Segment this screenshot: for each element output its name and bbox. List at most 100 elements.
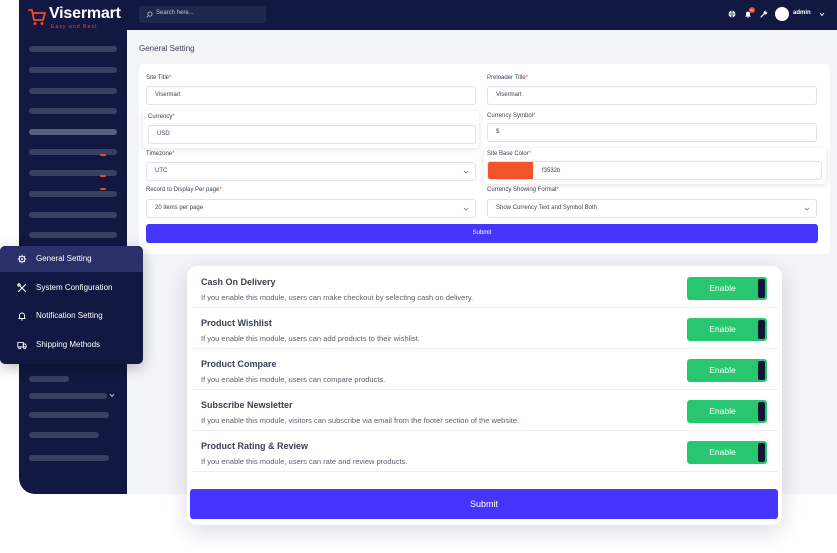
module-toggle[interactable]: Enable [687, 277, 767, 300]
settings-menu: General Setting System Configuration Not… [0, 246, 143, 364]
toggle-knob [758, 361, 765, 380]
menu-label: General Setting [36, 254, 92, 263]
notification-badge: 9+ [749, 7, 755, 13]
sidebar-badge [100, 154, 106, 156]
brand-tagline: Easy and Best [51, 24, 98, 30]
brand-name: Visermart [49, 5, 121, 22]
module-title: Subscribe Newsletter [201, 400, 293, 410]
sidebar-placeholder-item[interactable] [29, 376, 69, 382]
sidebar-placeholder-item[interactable] [29, 108, 117, 114]
bell-icon [18, 312, 26, 321]
user-name[interactable]: admin [793, 10, 811, 16]
site-base-color-field[interactable]: f3532b [487, 161, 822, 180]
menu-item-general-setting[interactable]: General Setting [0, 246, 143, 272]
search-input[interactable]: Search here... [139, 6, 266, 23]
timezone-value: UTC [155, 168, 168, 174]
color-swatch[interactable] [488, 162, 533, 179]
toggle-knob [758, 279, 765, 298]
chevron-down-icon [109, 393, 115, 398]
sidebar-badge [100, 175, 106, 177]
chevron-down-icon[interactable] [819, 12, 825, 17]
toggle-label: Enable [709, 324, 736, 334]
globe-icon[interactable] [728, 10, 736, 18]
top-header: Search here... 9+ admin [127, 0, 837, 30]
wrench-icon[interactable] [760, 10, 768, 18]
page-title: General Setting [139, 44, 195, 53]
module-title: Cash On Delivery [201, 277, 276, 287]
search-icon [146, 11, 153, 18]
tools-icon [17, 283, 27, 293]
module-row-product-compare: Product Compare If you enable this modul… [191, 350, 778, 390]
search-placeholder: Search here... [156, 10, 194, 16]
sidebar-placeholder-item[interactable] [29, 88, 117, 94]
sidebar-placeholder-item[interactable] [29, 232, 117, 238]
menu-label: Notification Setting [36, 311, 103, 320]
module-description: If you enable this module, users can add… [201, 334, 420, 343]
module-row-product-wishlist: Product Wishlist If you enable this modu… [191, 309, 778, 349]
menu-label: Shipping Methods [36, 340, 101, 349]
toggle-label: Enable [709, 447, 736, 457]
toggle-knob [758, 320, 765, 339]
base-color-value: f3532b [542, 168, 561, 174]
toggle-knob [758, 402, 765, 421]
gear-icon [17, 254, 27, 264]
avatar[interactable] [775, 7, 789, 21]
sidebar-placeholder-item[interactable] [29, 67, 117, 73]
sidebar-placeholder-item[interactable] [29, 455, 109, 461]
module-title: Product Rating & Review [201, 441, 309, 451]
currency-symbol-label: Currency Symbol* [487, 113, 536, 119]
toggle-knob [758, 443, 765, 462]
sidebar-placeholder-item[interactable] [29, 191, 117, 197]
chevron-down-icon [463, 170, 469, 174]
module-description: If you enable this module, visitors can … [201, 416, 520, 425]
cart-icon [28, 9, 46, 25]
form-submit-button[interactable]: Submit [146, 224, 818, 243]
sidebar-placeholder-item[interactable] [29, 129, 117, 135]
chevron-down-icon [804, 207, 810, 211]
chevron-down-icon [463, 207, 469, 211]
site-base-color-label: Site Base Color* [487, 151, 532, 157]
currency-field[interactable]: USD [148, 125, 476, 144]
menu-item-system-configuration[interactable]: System Configuration [0, 275, 143, 301]
currency-symbol-field[interactable]: $ [487, 123, 817, 142]
preloader-title-field[interactable]: Visermart [487, 86, 817, 105]
modules-submit-button[interactable]: Submit [190, 489, 778, 519]
menu-label: System Configuration [36, 283, 113, 292]
module-toggle[interactable]: Enable [687, 318, 767, 341]
site-title-field[interactable]: Visermart [146, 86, 476, 105]
module-toggle[interactable]: Enable [687, 359, 767, 382]
module-title: Product Compare [201, 359, 277, 369]
module-row-product-rating-review: Product Rating & Review If you enable th… [191, 432, 778, 472]
sidebar-placeholder-item[interactable] [29, 212, 117, 218]
currency-label: Currency* [148, 114, 175, 120]
timezone-select[interactable]: UTC [146, 162, 476, 181]
module-row-cash-on-delivery: Cash On Delivery If you enable this modu… [191, 268, 778, 308]
records-per-page-label: Record to Display Per page* [146, 187, 222, 193]
records-per-page-select[interactable]: 20 items per page [146, 199, 476, 218]
sidebar-badge [100, 188, 106, 190]
timezone-label: Timezone* [146, 151, 175, 157]
sidebar-placeholder-item[interactable] [29, 393, 107, 399]
truck-icon [17, 342, 27, 350]
currency-format-value: Show Currency Text and Symbol Both [496, 205, 597, 211]
module-description: If you enable this module, users can mak… [201, 293, 474, 302]
currency-format-label: Currency Showing Format* [487, 187, 560, 193]
module-description: If you enable this module, users can rat… [201, 457, 408, 466]
site-title-label: Site Title* [146, 75, 172, 81]
menu-item-notification-setting[interactable]: Notification Setting [0, 303, 143, 329]
records-per-page-value: 20 items per page [155, 205, 204, 211]
sidebar-placeholder-item[interactable] [29, 432, 99, 438]
module-toggle[interactable]: Enable [687, 441, 767, 464]
module-toggle[interactable]: Enable [687, 400, 767, 423]
menu-item-shipping-methods[interactable]: Shipping Methods [0, 332, 143, 358]
currency-format-select[interactable]: Show Currency Text and Symbol Both [487, 199, 817, 218]
sidebar-placeholder-item[interactable] [29, 46, 117, 52]
toggle-label: Enable [709, 283, 736, 293]
toggle-label: Enable [709, 365, 736, 375]
preloader-title-label: Preloader Title* [487, 75, 529, 81]
sidebar-placeholder-item[interactable] [29, 412, 109, 418]
brand-logo[interactable]: Visermart Easy and Best [25, 5, 125, 31]
module-row-subscribe-newsletter: Subscribe Newsletter If you enable this … [191, 391, 778, 431]
module-title: Product Wishlist [201, 318, 272, 328]
module-description: If you enable this module, users can com… [201, 375, 386, 384]
